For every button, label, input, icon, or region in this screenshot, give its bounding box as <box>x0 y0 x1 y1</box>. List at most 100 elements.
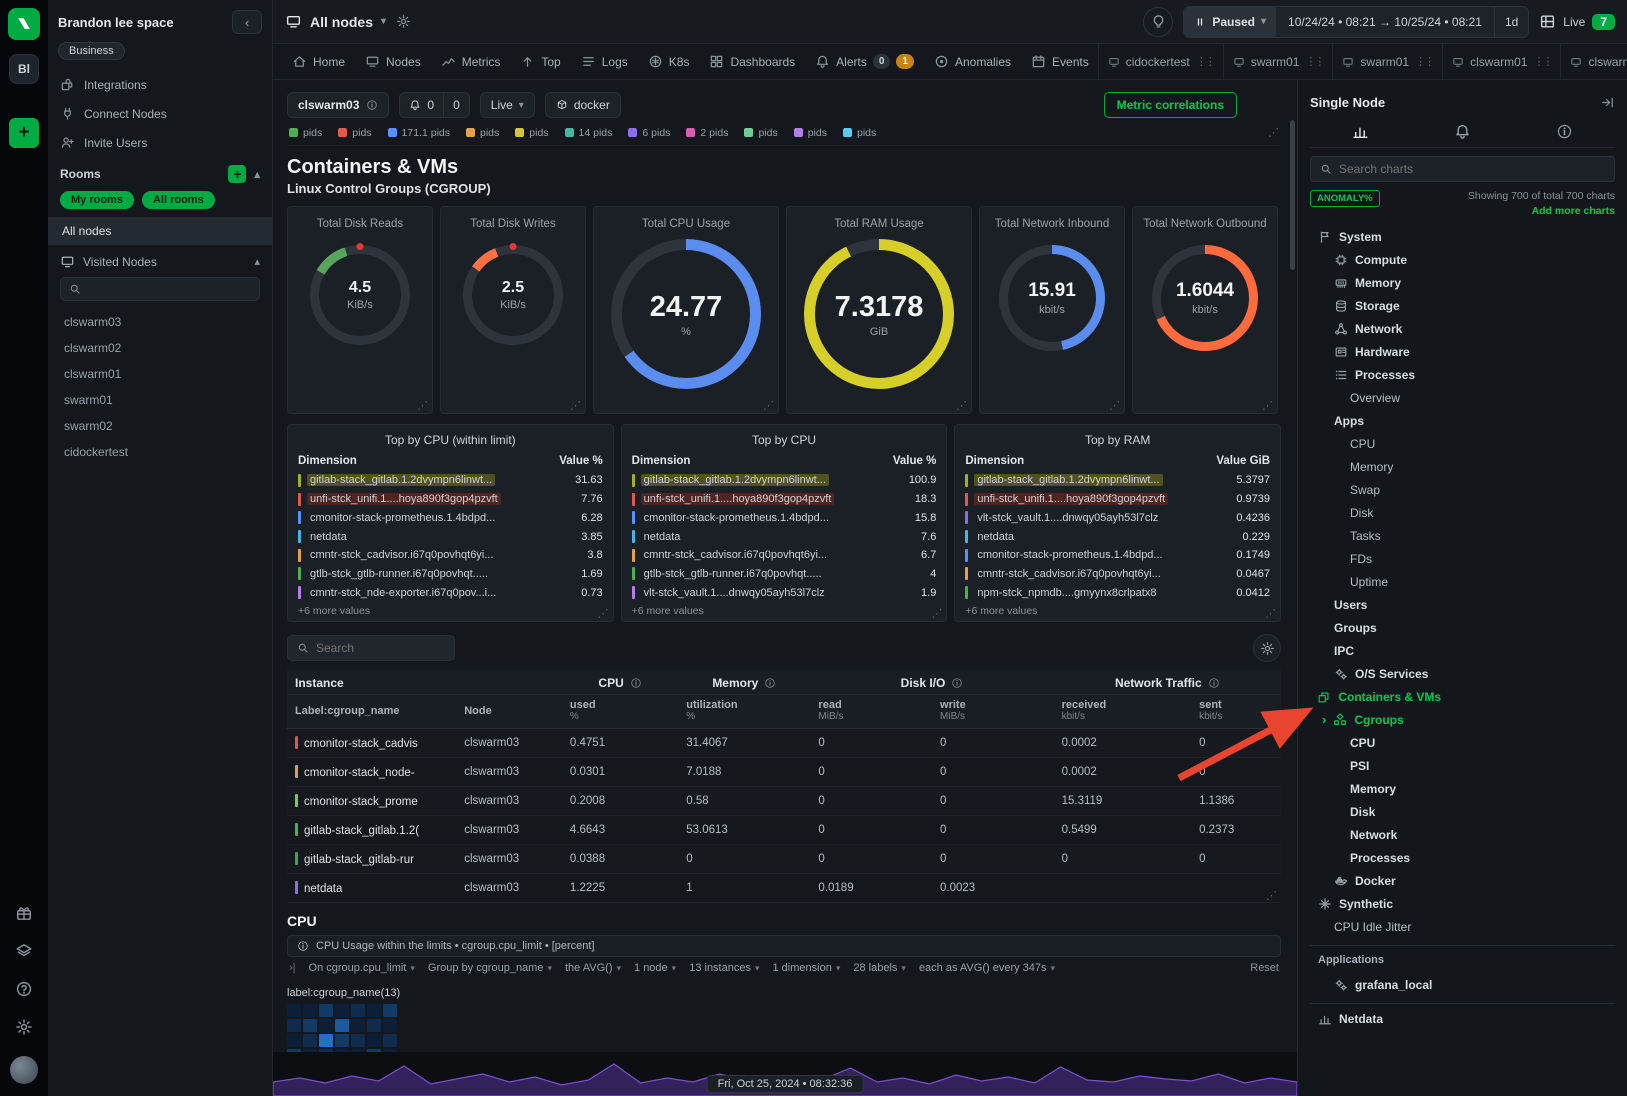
column-header-node[interactable]: Node <box>456 695 562 729</box>
resize-handle[interactable]: ⋰ <box>598 607 609 620</box>
sidebar-item-containers-vms[interactable]: ›Containers & VMs <box>1310 685 1615 708</box>
dimension-row[interactable]: cmonitor-stack-prometheus.1.4bdpd...6.28 <box>298 508 603 527</box>
dimension-header[interactable]: Dimension <box>298 455 357 467</box>
legend-item[interactable]: pids <box>744 127 777 139</box>
info-icon[interactable] <box>951 677 963 689</box>
dimension-row[interactable]: cmntr-stck_cadvisor.i67q0povhqt6yi...0.0… <box>965 565 1270 584</box>
dimension-row[interactable]: gtlb-stck_gtlb-runner.i67q0povhqt.....1.… <box>298 565 603 584</box>
sidebar-item-network[interactable]: Network <box>1310 317 1615 340</box>
live-count-badge[interactable]: 7 <box>1592 14 1615 30</box>
dimension-row[interactable]: cmntr-stck_nde-exporter.i67q0pov...i...0… <box>298 583 603 602</box>
control-13-instances[interactable]: 13 instances▾ <box>689 962 759 974</box>
dimension-row[interactable]: gitlab-stack_gitlab.1.2dvympn6linwt...31… <box>298 471 603 490</box>
sidebar-item-disk[interactable]: Disk <box>1310 800 1615 823</box>
resize-handle[interactable]: ⋰ <box>956 399 967 412</box>
tab-info-icon[interactable] <box>1556 123 1573 140</box>
heatmap-cell[interactable] <box>383 1004 397 1017</box>
node-tab-swarm01[interactable]: swarm01⋮⋮ <box>1332 44 1442 79</box>
sidebar-item-memory[interactable]: Memory <box>1310 271 1615 294</box>
room-item-all-nodes[interactable]: All nodes <box>48 217 272 245</box>
heatmap-cell[interactable] <box>335 1004 349 1017</box>
resize-handle[interactable]: ⋰ <box>1262 399 1273 412</box>
node-name-chip[interactable]: clswarm03 <box>287 92 389 118</box>
visited-nodes-header[interactable]: Visited Nodes ▴ <box>48 245 272 275</box>
integrations-rail-icon[interactable] <box>15 942 33 960</box>
dimension-row[interactable]: npm-stck_npmdb....gmyynx8crlpatx80.0412 <box>965 583 1270 602</box>
sidebar-item-ipc[interactable]: IPC <box>1310 639 1615 662</box>
heatmap-cell[interactable] <box>303 1034 317 1047</box>
column-header-received[interactable]: receivedkbit/s <box>1054 695 1191 729</box>
gauge-ring[interactable]: 24.77% <box>611 239 761 389</box>
help-icon[interactable] <box>15 980 33 998</box>
dimension-header[interactable]: Dimension <box>965 455 1024 467</box>
nav-item-logs[interactable]: Logs <box>572 44 637 79</box>
visited-node-clswarm02[interactable]: clswarm02 <box>48 335 272 361</box>
info-icon[interactable] <box>630 677 642 689</box>
dimension-header[interactable]: Dimension <box>632 455 691 467</box>
anomaly-filter-badge[interactable]: ANOMALY% <box>1310 190 1380 207</box>
gauge-ring[interactable]: 4.5KiB/s <box>310 245 410 345</box>
charts-search-input[interactable] <box>1339 162 1605 176</box>
info-icon[interactable] <box>764 677 776 689</box>
gauge-ring[interactable]: 2.5KiB/s <box>463 245 563 345</box>
resize-handle[interactable]: ⋰ <box>763 399 774 412</box>
dimension-row[interactable]: gitlab-stack_gitlab.1.2dvympn6linwt...10… <box>632 471 937 490</box>
heatmap-cell[interactable] <box>319 1019 333 1032</box>
sidebar-item-grafana-local[interactable]: grafana_local <box>1310 973 1615 996</box>
reset-button[interactable]: Reset <box>1250 962 1279 974</box>
legend-item[interactable]: pids <box>794 127 827 139</box>
dimension-row[interactable]: netdata3.85 <box>298 527 603 546</box>
vertical-scrollbar[interactable] <box>1290 120 1295 270</box>
resize-handle[interactable]: ⋰ <box>570 399 581 412</box>
sidebar-item-storage[interactable]: Storage <box>1310 294 1615 317</box>
legend-item[interactable]: pids <box>515 127 548 139</box>
add-more-charts-link[interactable]: Add more charts <box>1468 205 1615 217</box>
gift-icon[interactable] <box>15 904 33 922</box>
filter-all-rooms[interactable]: All rooms <box>142 191 215 209</box>
tab-alerts-icon[interactable] <box>1454 123 1471 140</box>
drag-handle-icon[interactable]: ⋮⋮ <box>1415 55 1433 68</box>
drag-handle-icon[interactable]: ⋮⋮ <box>1533 55 1551 68</box>
sidebar-item-connect-nodes[interactable]: Connect Nodes <box>48 99 272 128</box>
nav-item-top[interactable]: Top <box>511 44 569 79</box>
node-tab-clswarm01[interactable]: clswarm01⋮⋮ <box>1442 44 1560 79</box>
nav-item-k8s[interactable]: K8s <box>639 44 699 79</box>
table-row[interactable]: gitlab-stack_gitlab.1.2(clswarm034.66435… <box>287 816 1281 845</box>
heatmap-cell[interactable] <box>287 1034 301 1047</box>
heatmap-cell[interactable] <box>335 1019 349 1032</box>
layout-grid-icon[interactable] <box>1539 13 1556 30</box>
sidebar-item-synthetic[interactable]: Synthetic <box>1310 892 1615 915</box>
plan-badge[interactable]: Business <box>58 42 125 60</box>
resize-handle[interactable]: ⋰ <box>417 399 428 412</box>
table-row[interactable]: cmonitor-stack_promeclswarm030.20080.580… <box>287 787 1281 816</box>
drag-handle-icon[interactable]: ⋮⋮ <box>1305 55 1323 68</box>
play-pause-button[interactable]: Paused ▾ <box>1184 7 1276 37</box>
heatmap-cell[interactable] <box>351 1019 365 1032</box>
control-1-node[interactable]: 1 node▾ <box>634 962 676 974</box>
visited-node-swarm02[interactable]: swarm02 <box>48 413 272 439</box>
user-avatar[interactable] <box>10 1056 38 1084</box>
node-tab-clswarm02[interactable]: clswarm02⋮⋮ <box>1560 44 1627 79</box>
nav-item-anomalies[interactable]: Anomalies <box>925 44 1020 79</box>
sidebar-item-swap[interactable]: Swap <box>1310 478 1615 501</box>
heatmap-cell[interactable] <box>303 1019 317 1032</box>
collapse-right-sidebar-icon[interactable] <box>1600 95 1615 110</box>
heatmap-cell[interactable] <box>319 1034 333 1047</box>
sidebar-item-network[interactable]: Network <box>1310 823 1615 846</box>
heatmap-cell[interactable] <box>351 1034 365 1047</box>
column-header-sent[interactable]: sentkbit/s <box>1191 695 1281 729</box>
heatmap-cell[interactable] <box>287 1004 301 1017</box>
heatmap-cell[interactable] <box>351 1004 365 1017</box>
visited-node-swarm01[interactable]: swarm01 <box>48 387 272 413</box>
table-row[interactable]: cmonitor-stack_node-clswarm030.03017.018… <box>287 758 1281 787</box>
legend-item[interactable]: pids <box>289 127 322 139</box>
chart-title-bar[interactable]: CPU Usage within the limits • cgroup.cpu… <box>287 935 1281 957</box>
nav-item-dashboards[interactable]: Dashboards <box>700 44 804 79</box>
nav-item-events[interactable]: Events <box>1022 44 1098 79</box>
resize-handle[interactable]: ⋰ <box>1266 889 1277 902</box>
control-group-by-cgroup-name[interactable]: Group by cgroup_name▾ <box>428 962 552 974</box>
add-workspace-button[interactable]: + <box>9 118 39 148</box>
heatmap-cell[interactable] <box>367 1019 381 1032</box>
sidebar-item-processes[interactable]: Processes <box>1310 846 1615 869</box>
resize-handle[interactable]: ⋰ <box>1109 399 1120 412</box>
